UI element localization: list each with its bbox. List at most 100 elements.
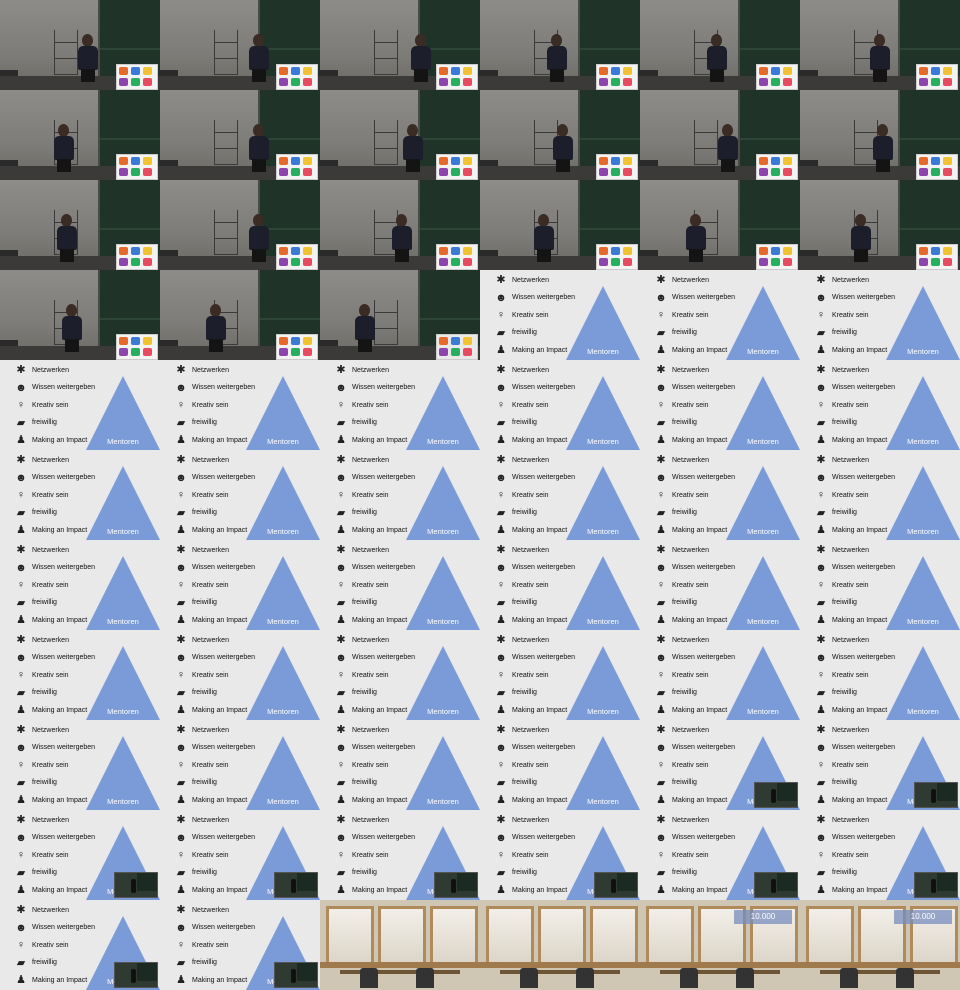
slide-item-label: Kreativ sein [32, 581, 69, 589]
crowd-icon: ♟ [496, 794, 506, 806]
network-icon: ✱ [656, 724, 666, 736]
slide-item-label: Making an Impact [672, 346, 728, 354]
slide-item-label: freiwillig [192, 689, 217, 696]
logo-icon [623, 157, 632, 165]
slide-item-label: Making an Impact [672, 796, 728, 804]
slide-item-label: Making an Impact [32, 886, 88, 894]
slide-item-label: freiwillig [32, 869, 57, 876]
slide-item-label: Netzwerken [672, 816, 709, 824]
pyramid-label: Mentoren [107, 617, 139, 626]
slide-item: ▰ freiwillig [15, 866, 57, 880]
slide-item: ✱ Netzwerken [15, 723, 69, 737]
slide-item-label: Netzwerken [192, 906, 229, 914]
slide-item: ♟ Making an Impact [15, 883, 87, 897]
slide-item: ▰ freiwillig [335, 776, 377, 790]
slide-item-label: Making an Impact [192, 886, 248, 894]
pyramid-label: Mentoren [267, 707, 299, 716]
slide-item-label: Netzwerken [192, 636, 229, 644]
slide-item-label: Making an Impact [192, 796, 248, 804]
slide-item: ♟ Making an Impact [495, 703, 567, 717]
crowd-icon: ♟ [656, 524, 666, 536]
speaker-body [718, 136, 738, 160]
slide-item: ♀ Kreativ sein [175, 848, 229, 862]
logo-icon [303, 247, 312, 255]
video-frame: ✱ Netzwerken ☻ Wissen weitergeben ♀ Kreativ s… [480, 450, 640, 540]
network-icon: ✱ [16, 454, 26, 466]
network-icon: ✱ [656, 364, 666, 376]
head-gears-icon: ☻ [335, 471, 347, 484]
crowd-icon: ♟ [176, 434, 186, 446]
speaker-video-inset [274, 872, 318, 898]
lightbulb-icon: ♀ [176, 759, 186, 771]
slide-item: ✱ Netzwerken [815, 813, 869, 827]
network-icon: ✱ [816, 454, 826, 466]
head-gears-icon: ☻ [815, 741, 827, 754]
logo-icon [919, 157, 928, 165]
head-gears-icon: ☻ [15, 831, 27, 844]
equipment-cart [694, 120, 718, 165]
inset-speaker [931, 789, 936, 803]
logo-icon [303, 157, 312, 165]
pyramid-label: Mentoren [747, 707, 779, 716]
video-frame: ✱ Netzwerken ☻ Wissen weitergeben ♀ Kreativ s… [480, 810, 640, 900]
mentoren-pyramid: Mentoren [726, 556, 800, 630]
slide-item-label: Netzwerken [512, 276, 549, 284]
window-pane [646, 906, 694, 966]
slide-item-label: Making an Impact [832, 616, 888, 624]
logo-icon [439, 67, 448, 75]
equipment-cart [374, 300, 398, 345]
slide-item: ♀ Kreativ sein [655, 668, 709, 682]
slide-item: ▰ freiwillig [655, 506, 697, 520]
slide-item-label: Kreativ sein [352, 851, 389, 859]
slide-item-label: Kreativ sein [832, 491, 869, 499]
hand-heart-icon: ▰ [16, 596, 26, 609]
video-frame: ✱ Netzwerken ☻ Wissen weitergeben ♀ Kreativ s… [160, 810, 320, 900]
speaker-body [78, 46, 98, 70]
slide-item-label: Making an Impact [672, 436, 728, 444]
mentoren-pyramid: Mentoren [406, 466, 480, 540]
head-gears-icon: ☻ [175, 651, 187, 664]
slide-item-label: Netzwerken [832, 726, 869, 734]
video-frame: ✱ Netzwerken ☻ Wissen weitergeben ♀ Kreativ s… [480, 270, 640, 360]
crowd-icon: ♟ [176, 884, 186, 896]
video-frame: ✱ Netzwerken ☻ Wissen weitergeben ♀ Kreativ s… [800, 720, 960, 810]
hand-heart-icon: ▰ [496, 326, 506, 339]
slide-item: ♀ Kreativ sein [175, 758, 229, 772]
logo-icon [919, 258, 928, 266]
slide-item: ▰ freiwillig [495, 596, 537, 610]
hand-heart-icon: ▰ [176, 416, 186, 429]
slide-item: ☻ Wissen weitergeben [15, 831, 95, 845]
network-icon: ✱ [656, 634, 666, 646]
window-sill [800, 962, 960, 968]
slide-item: ♀ Kreativ sein [15, 938, 69, 952]
hand-heart-icon: ▰ [16, 506, 26, 519]
chair [416, 968, 434, 988]
head-gears-icon: ☻ [15, 741, 27, 754]
slide-item-label: freiwillig [192, 959, 217, 966]
slide-item: ☻ Wissen weitergeben [175, 831, 255, 845]
pyramid-label: Mentoren [427, 527, 459, 536]
logo-icon [291, 67, 300, 75]
slide-item-label: Kreativ sein [512, 671, 549, 679]
video-frame: ✱ Netzwerken ☻ Wissen weitergeben ♀ Kreativ s… [640, 810, 800, 900]
pyramid-label: Mentoren [907, 527, 939, 536]
logo-slide-thumbnail [276, 64, 318, 90]
slide-item: ♀ Kreativ sein [175, 938, 229, 952]
network-icon: ✱ [496, 814, 506, 826]
slide-item-label: Making an Impact [32, 796, 88, 804]
speaker-body [411, 46, 431, 70]
video-frame: ✱ Netzwerken ☻ Wissen weitergeben ♀ Kreativ s… [800, 360, 960, 450]
mentoren-pyramid: Mentoren [886, 466, 960, 540]
mentoren-pyramid: Mentoren [566, 646, 640, 720]
slide-item: ♟ Making an Impact [655, 703, 727, 717]
logo-icon [131, 157, 140, 165]
video-frame: ✱ Netzwerken ☻ Wissen weitergeben ♀ Kreativ s… [0, 540, 160, 630]
slide-item: ▰ freiwillig [15, 416, 57, 430]
head-gears-icon: ☻ [495, 561, 507, 574]
speaker-legs [252, 159, 266, 172]
slide-item: ▰ freiwillig [655, 866, 697, 880]
pyramid-label: Mentoren [587, 797, 619, 806]
speaker [685, 214, 707, 262]
crowd-icon: ♟ [816, 794, 826, 806]
chair [680, 968, 698, 988]
